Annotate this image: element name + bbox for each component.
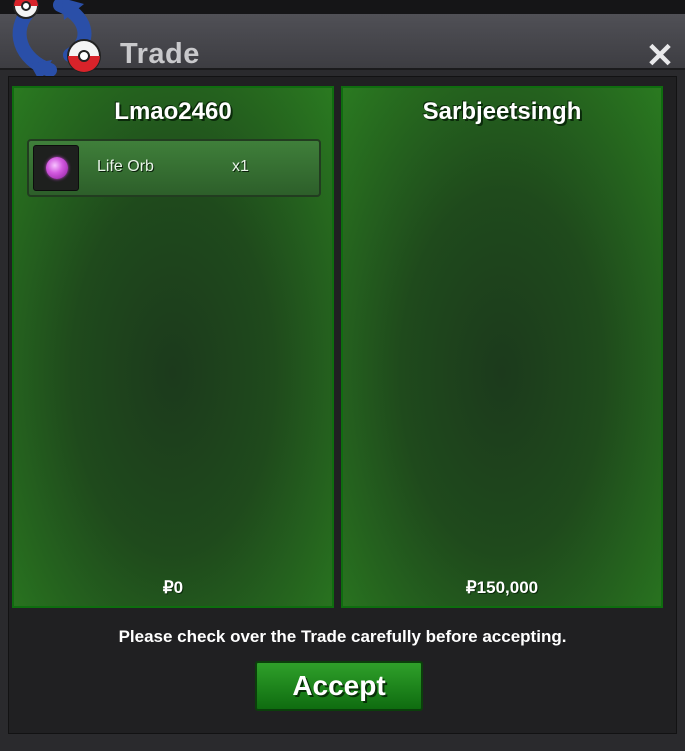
money-amount: ₽0: [162, 578, 184, 597]
close-icon[interactable]: ✕: [644, 38, 676, 74]
trade-item-row[interactable]: Life Orb x1: [27, 139, 321, 197]
item-quantity: x1: [232, 158, 249, 175]
trade-notice: Please check over the Trade carefully be…: [118, 627, 567, 646]
trade-swap-icon: [12, 0, 101, 80]
player-name: Sarbjeetsingh: [422, 98, 582, 125]
item-name: Life Orb: [97, 158, 154, 175]
offer-panel-lmao2460: Lmao2460 Life Orb x1 ₽0: [12, 86, 334, 608]
item-slot: [33, 145, 79, 191]
accept-button[interactable]: Accept: [255, 661, 423, 711]
window-title: Trade: [120, 38, 200, 70]
life-orb-icon: [46, 157, 68, 179]
offer-panel-sarbjeetsingh: Sarbjeetsingh ₽150,000: [341, 86, 663, 608]
player-name: Lmao2460: [114, 98, 232, 125]
money-amount: ₽150,000: [465, 578, 539, 597]
